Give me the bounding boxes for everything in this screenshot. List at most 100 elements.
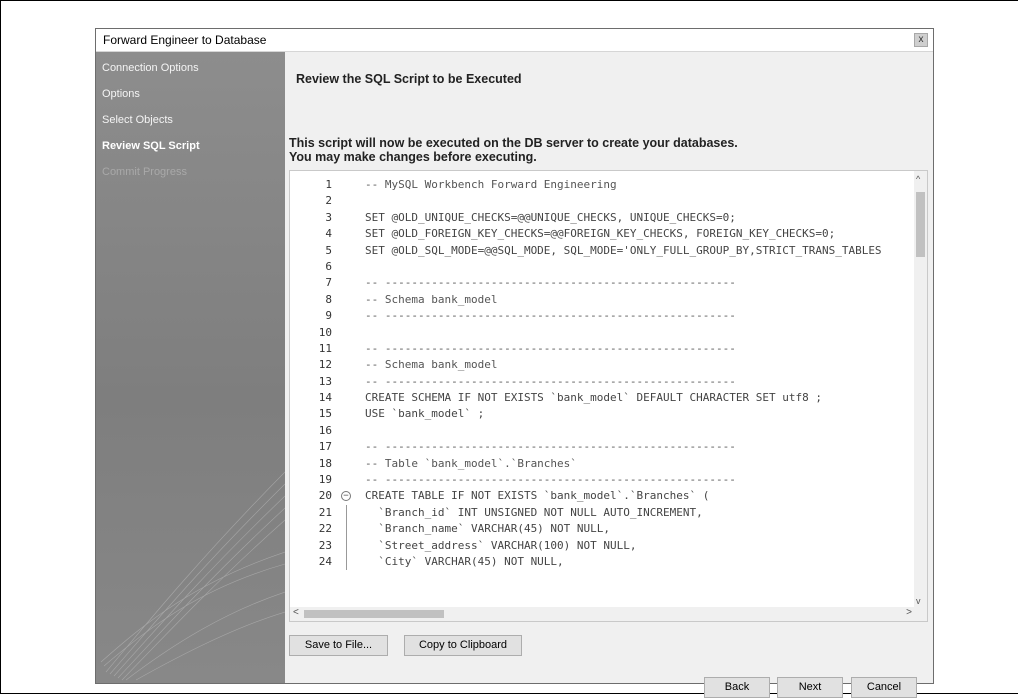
next-button[interactable]: Next bbox=[777, 677, 843, 698]
line-number: 9 bbox=[325, 309, 332, 323]
code-line[interactable]: 2 bbox=[290, 193, 916, 209]
code-line[interactable]: 15 USE `bank_model` ; bbox=[290, 406, 916, 422]
code-line[interactable]: 14 CREATE SCHEMA IF NOT EXISTS `bank_mode… bbox=[290, 390, 916, 406]
forward-engineer-dialog: Forward Engineer to Database x Connectio… bbox=[95, 28, 934, 698]
window-title: Forward Engineer to Database bbox=[103, 33, 267, 47]
line-code-text: `City` VARCHAR(45) NOT NULL, bbox=[365, 554, 564, 568]
code-line[interactable]: 3 SET @OLD_UNIQUE_CHECKS=@@UNIQUE_CHECKS,… bbox=[290, 210, 916, 226]
vertical-scrollbar[interactable]: ^ v bbox=[914, 171, 927, 609]
code-line[interactable]: 10 bbox=[290, 325, 916, 341]
line-number: 4 bbox=[325, 227, 332, 241]
line-code-text: -- -------------------------------------… bbox=[365, 309, 736, 323]
line-code-text: `Street_address` VARCHAR(100) NOT NULL, bbox=[365, 538, 637, 552]
line-code-text: -- -------------------------------------… bbox=[365, 440, 736, 454]
fold-guide-line bbox=[346, 521, 347, 538]
code-line[interactable]: 19 -- -----------------------------------… bbox=[290, 472, 916, 488]
line-number: 24 bbox=[318, 554, 332, 568]
code-line[interactable]: 13 -- -----------------------------------… bbox=[290, 374, 916, 390]
step-review-sql-script[interactable]: Review SQL Script bbox=[102, 140, 200, 152]
line-code-text: `Branch_name` VARCHAR(45) NOT NULL, bbox=[365, 522, 611, 536]
save-to-file-button[interactable]: Save to File... bbox=[289, 635, 388, 656]
fold-toggle-icon[interactable]: − bbox=[341, 491, 351, 502]
line-number: 17 bbox=[318, 440, 332, 454]
line-number: 23 bbox=[318, 538, 332, 552]
scroll-left-icon[interactable]: < bbox=[293, 607, 299, 618]
line-number: 11 bbox=[318, 341, 332, 355]
line-code-text: -- -------------------------------------… bbox=[365, 374, 736, 388]
line-number: 5 bbox=[325, 243, 332, 257]
code-line[interactable]: 4 SET @OLD_FOREIGN_KEY_CHECKS=@@FOREIGN_K… bbox=[290, 226, 916, 242]
code-line[interactable]: 18 -- Table `bank_model`.`Branches` bbox=[290, 456, 916, 472]
description-line-1: This script will now be executed on the … bbox=[289, 136, 738, 150]
vertical-scroll-thumb[interactable] bbox=[916, 192, 925, 257]
line-code-text: SET @OLD_FOREIGN_KEY_CHECKS=@@FOREIGN_KE… bbox=[365, 227, 836, 241]
cancel-button[interactable]: Cancel bbox=[851, 677, 917, 698]
code-line[interactable]: 20− CREATE TABLE IF NOT EXISTS `bank_mode… bbox=[290, 488, 916, 504]
line-code-text: USE `bank_model` ; bbox=[365, 407, 485, 421]
line-code-text: -- MySQL Workbench Forward Engineering bbox=[365, 178, 617, 191]
step-commit-progress: Commit Progress bbox=[102, 166, 187, 178]
copy-to-clipboard-button[interactable]: Copy to Clipboard bbox=[404, 635, 522, 656]
line-code-text: -- Table `bank_model`.`Branches` bbox=[365, 456, 577, 470]
step-connection-options[interactable]: Connection Options bbox=[102, 62, 199, 74]
line-code-text: -- -------------------------------------… bbox=[365, 276, 736, 290]
code-line[interactable]: 23 `Street_address` VARCHAR(100) NOT NUL… bbox=[290, 537, 916, 554]
line-number: 20 bbox=[318, 489, 332, 503]
line-code-text: CREATE TABLE IF NOT EXISTS `bank_model`.… bbox=[365, 489, 710, 503]
main-panel: Review the SQL Script to be Executed Thi… bbox=[286, 52, 933, 698]
line-code-text: SET @OLD_SQL_MODE=@@SQL_MODE, SQL_MODE='… bbox=[365, 243, 882, 257]
line-number: 6 bbox=[325, 259, 332, 273]
step-select-objects[interactable]: Select Objects bbox=[102, 114, 173, 126]
code-line[interactable]: 7 -- ------------------------------------… bbox=[290, 275, 916, 291]
line-number: 12 bbox=[318, 358, 332, 372]
code-line[interactable]: 21 `Branch_id` INT UNSIGNED NOT NULL AUT… bbox=[290, 504, 916, 522]
code-line[interactable]: 17 -- -----------------------------------… bbox=[290, 439, 916, 455]
wizard-steps-sidebar: Connection Options Options Select Object… bbox=[96, 52, 285, 683]
line-number: 15 bbox=[318, 407, 332, 421]
fold-guide-line bbox=[346, 553, 347, 571]
code-line[interactable]: 8 -- Schema bank_model bbox=[290, 292, 916, 308]
line-number: 8 bbox=[325, 292, 332, 306]
line-number: 13 bbox=[318, 374, 332, 388]
code-line[interactable]: 9 -- ------------------------------------… bbox=[290, 308, 916, 324]
line-number: 19 bbox=[318, 473, 332, 487]
page-description: This script will now be executed on the … bbox=[289, 136, 738, 164]
code-line[interactable]: 1 -- MySQL Workbench Forward Engineering bbox=[290, 177, 916, 193]
scroll-up-icon[interactable]: ^ bbox=[916, 174, 920, 184]
line-number: 2 bbox=[325, 194, 332, 208]
step-options[interactable]: Options bbox=[102, 88, 140, 100]
title-bar: Forward Engineer to Database x bbox=[96, 29, 933, 52]
back-button[interactable]: Back bbox=[704, 677, 770, 698]
sql-script-editor[interactable]: 1 -- MySQL Workbench Forward Engineering 2… bbox=[289, 170, 928, 622]
code-line[interactable]: 22 `Branch_name` VARCHAR(45) NOT NULL, bbox=[290, 521, 916, 538]
line-number: 7 bbox=[325, 276, 332, 290]
line-number: 22 bbox=[318, 522, 332, 536]
code-line[interactable]: 11 -- -----------------------------------… bbox=[290, 341, 916, 357]
horizontal-scrollbar[interactable]: < > bbox=[290, 607, 927, 621]
line-number: 3 bbox=[325, 210, 332, 224]
code-line[interactable]: 12 -- Schema bank_model bbox=[290, 357, 916, 373]
scroll-right-icon[interactable]: > bbox=[906, 607, 912, 618]
line-code-text: `Branch_id` INT UNSIGNED NOT NULL AUTO_I… bbox=[365, 505, 703, 519]
line-number: 1 bbox=[325, 178, 332, 191]
code-line[interactable]: 16 bbox=[290, 423, 916, 439]
line-code-text: -- Schema bank_model bbox=[365, 358, 498, 372]
line-number: 16 bbox=[318, 423, 332, 437]
code-line[interactable]: 6 bbox=[290, 259, 916, 275]
line-code-text: -- -------------------------------------… bbox=[365, 341, 736, 355]
line-number: 10 bbox=[318, 325, 332, 339]
description-line-2: You may make changes before executing. bbox=[289, 150, 537, 164]
line-code-text: -- Schema bank_model bbox=[365, 292, 498, 306]
horizontal-scroll-thumb[interactable] bbox=[304, 610, 444, 618]
line-number: 21 bbox=[318, 505, 332, 519]
line-number: 14 bbox=[318, 391, 332, 405]
sidebar-decoration-graphic bbox=[100, 471, 285, 681]
line-code-text: CREATE SCHEMA IF NOT EXISTS `bank_model`… bbox=[365, 391, 822, 405]
line-code-text: SET @OLD_UNIQUE_CHECKS=@@UNIQUE_CHECKS, … bbox=[365, 210, 736, 224]
close-button[interactable]: x bbox=[914, 33, 928, 47]
code-line[interactable]: 5 SET @OLD_SQL_MODE=@@SQL_MODE, SQL_MODE=… bbox=[290, 243, 916, 259]
scroll-down-icon[interactable]: v bbox=[916, 596, 921, 606]
code-line[interactable]: 24 `City` VARCHAR(45) NOT NULL, bbox=[290, 553, 916, 571]
fold-guide-line bbox=[346, 504, 347, 522]
line-code-text: -- -------------------------------------… bbox=[365, 473, 736, 487]
